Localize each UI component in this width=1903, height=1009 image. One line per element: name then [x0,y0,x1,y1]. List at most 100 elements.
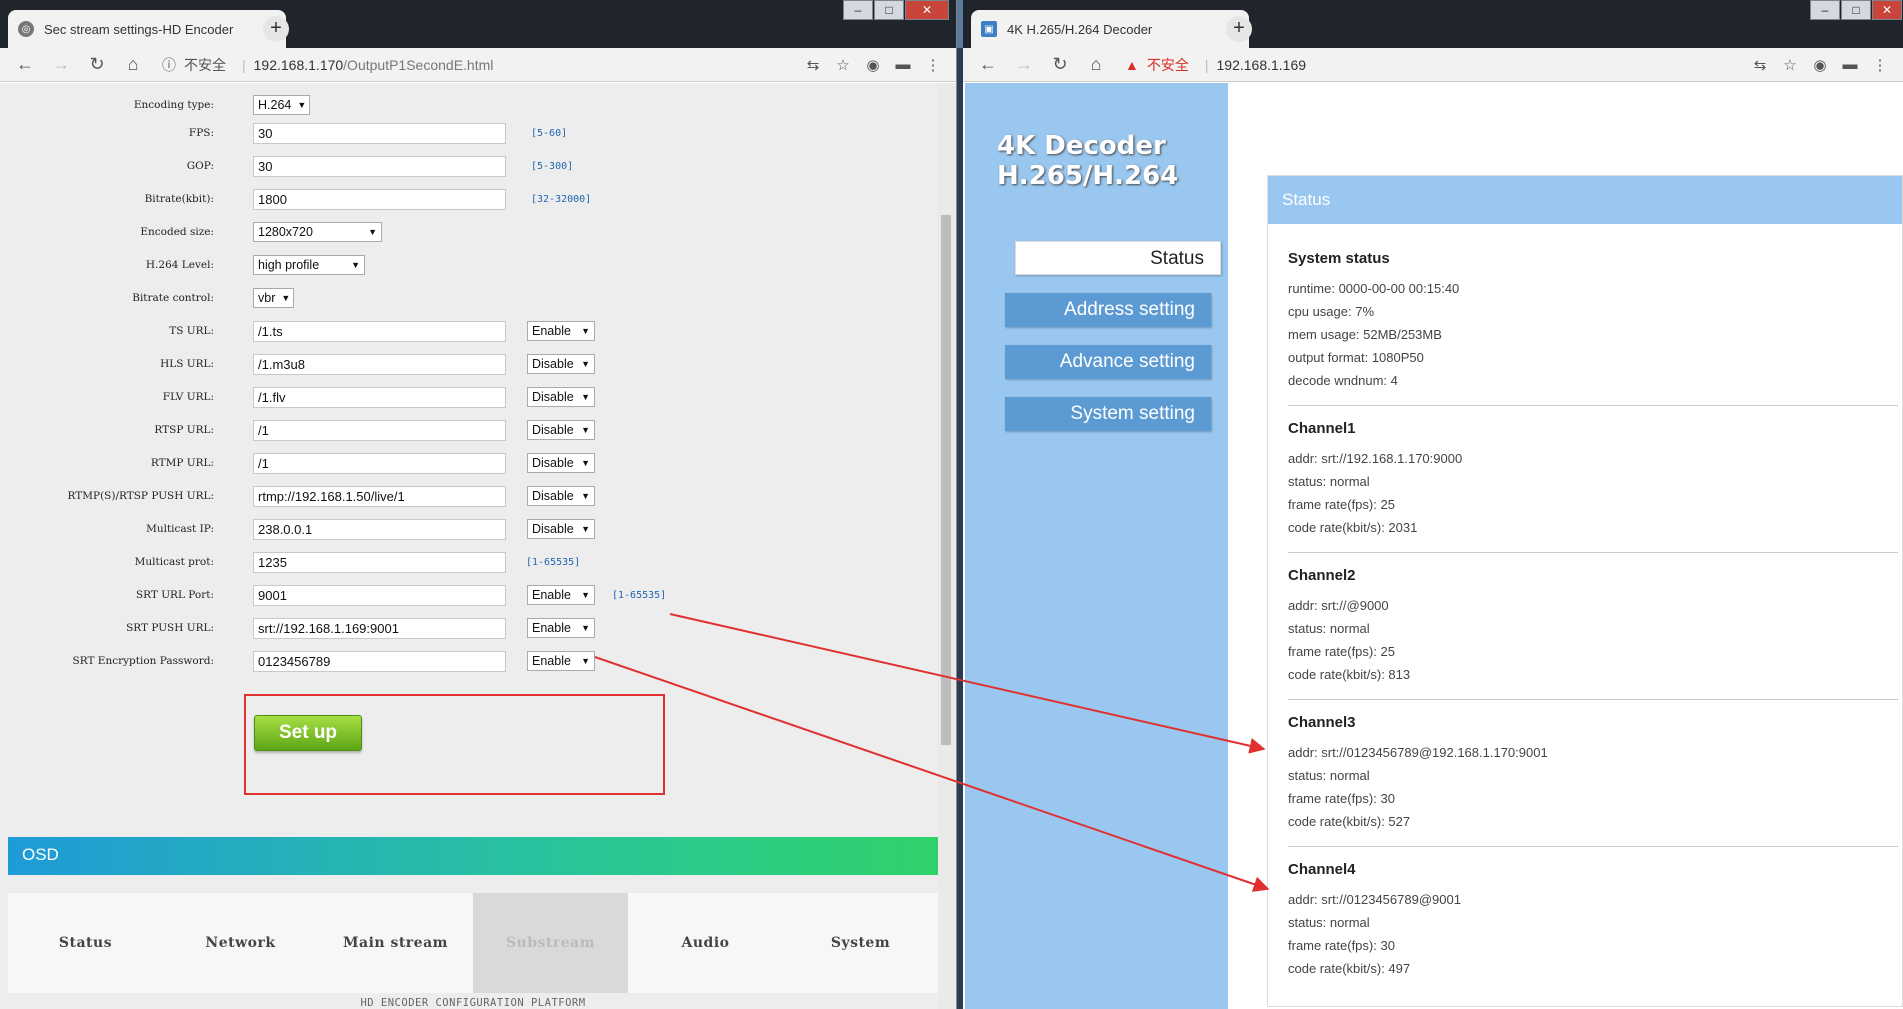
srt-push-url-state: Enable [532,621,571,635]
maximize-button[interactable]: □ [1841,0,1871,20]
h264-level-value: high profile [258,258,320,272]
nav-main-stream[interactable]: Main stream [318,893,473,993]
decoder-sidebar: 4K Decoder H.265/H.264 Status Address se… [965,83,1228,1009]
bitrate-control-row: Bitrate control: vbr ▼ [8,285,908,311]
srt-push-url-state-select[interactable]: Enable ▼ [527,618,595,638]
srt-password-row: SRT Encryption Password: 0123456789 Enab… [8,648,908,674]
multicast-ip-label: Multicast IP: [146,523,214,535]
warning-icon[interactable]: ▲ [1125,57,1139,73]
hls-url-state: Disable [532,357,574,371]
srt-password-input[interactable]: 0123456789 [253,650,506,672]
bitrate-row: Bitrate(kbit): 1800 [32-32000] [8,186,908,212]
translate-icon[interactable]: ⇆ [798,56,828,74]
rtmp-push-url-state-select[interactable]: Disable ▼ [527,486,595,506]
bitrate-control-select[interactable]: vbr ▼ [253,288,294,308]
chevron-down-icon: ▼ [581,359,590,369]
bottom-navigation: Status Network Main stream Substream Aud… [8,893,938,993]
star-icon[interactable]: ☆ [828,56,858,74]
reload-icon[interactable]: ↻ [84,54,110,75]
rtsp-url-state-select[interactable]: Disable ▼ [527,420,595,440]
rtmp-url-input[interactable]: /1 [253,452,506,474]
channel-title: Channel1 [1288,420,1356,437]
encoding-type-select[interactable]: H.264 ▼ [253,95,310,115]
browser-tab[interactable]: ◎ Sec stream settings-HD Encoder ✕ [8,10,286,48]
divider [1288,552,1898,553]
encoding-type-value: H.264 [258,98,292,112]
gop-input[interactable]: 30 [253,155,506,177]
ts-url-input[interactable]: /1.ts [253,320,506,342]
tab-title: Sec stream settings-HD Encoder [44,21,234,37]
profile-icon[interactable]: ▬ [888,56,918,73]
menu-system-setting[interactable]: System setting [1005,397,1211,431]
info-icon[interactable]: ⓘ [162,55,176,75]
nav-network[interactable]: Network [163,893,318,993]
close-window-button[interactable]: ✕ [1872,0,1902,20]
system-status-section: System status runtime: 0000-00-00 00:15:… [1288,250,1888,392]
menu-address-setting[interactable]: Address setting [1005,293,1211,327]
srt-url-port-input[interactable]: 9001 [253,584,506,606]
scrollbar-thumb[interactable] [941,215,951,745]
profile-icon[interactable]: ▬ [1835,56,1865,73]
flv-url-label: FLV URL: [162,391,214,403]
minimize-button[interactable]: – [843,0,873,20]
rtmp-push-url-input[interactable]: rtmp://192.168.1.50/live/1 [253,485,506,507]
menu-icon[interactable]: ⋮ [1865,56,1895,74]
url-field[interactable]: ⓘ 不安全 | 192.168.1.170/OutputP1SecondE.ht… [156,52,798,78]
toolbar-actions: ⇆ ☆ ◉ ▬ ⋮ [1745,56,1895,74]
channel2-section: Channel2 addr: srt://@9000 status: norma… [1288,567,1888,686]
star-icon[interactable]: ☆ [1775,56,1805,74]
new-tab-icon[interactable]: + [263,16,289,42]
setup-button[interactable]: Set up [254,715,362,751]
nav-status[interactable]: Status [8,893,163,993]
srt-url-port-state: Enable [532,588,571,602]
forward-icon[interactable]: → [48,54,74,75]
channel4-section: Channel4 addr: srt://0123456789@9001 sta… [1288,861,1888,980]
extension-icon[interactable]: ◉ [858,56,888,74]
menu-status[interactable]: Status [1015,241,1221,275]
multicast-ip-input[interactable]: 238.0.0.1 [253,518,506,540]
srt-url-port-state-select[interactable]: Enable ▼ [527,585,595,605]
ts-url-state-select[interactable]: Enable ▼ [527,321,595,341]
multicast-ip-state-select[interactable]: Disable ▼ [527,519,595,539]
vertical-scrollbar[interactable] [938,83,955,1009]
security-label: 不安全 [1146,56,1189,73]
channel-frame-rate: frame rate(fps): 25 [1288,644,1395,659]
fps-input[interactable]: 30 [253,122,506,144]
new-tab-icon[interactable]: + [1226,16,1252,42]
home-icon[interactable]: ⌂ [1083,54,1109,75]
rtsp-url-input[interactable]: /1 [253,419,506,441]
reload-icon[interactable]: ↻ [1047,54,1073,75]
nav-audio[interactable]: Audio [628,893,783,993]
minimize-button[interactable]: – [1810,0,1840,20]
home-icon[interactable]: ⌂ [120,54,146,75]
srt-push-url-input[interactable]: srt://192.168.1.169:9001 [253,617,506,639]
rtsp-url-row: RTSP URL: /1 Disable ▼ [8,417,908,443]
hls-url-state-select[interactable]: Disable ▼ [527,354,595,374]
bitrate-input[interactable]: 1800 [253,188,506,210]
maximize-button[interactable]: □ [874,0,904,20]
back-icon[interactable]: ← [12,54,38,75]
flv-url-state-select[interactable]: Disable ▼ [527,387,595,407]
nav-substream[interactable]: Substream [473,893,628,993]
url-divider: | [1204,56,1209,73]
srt-url-port-hint: [1-65535] [612,589,667,601]
chevron-down-icon: ▼ [581,458,590,468]
hls-url-input[interactable]: /1.m3u8 [253,353,506,375]
decode-wndnum-text: decode wndnum: 4 [1288,373,1398,388]
back-icon[interactable]: ← [975,54,1001,75]
close-window-button[interactable]: ✕ [905,0,949,20]
multicast-port-input[interactable]: 1235 [253,551,506,573]
encoded-size-select[interactable]: 1280x720 ▼ [253,222,382,242]
menu-icon[interactable]: ⋮ [918,56,948,74]
flv-url-input[interactable]: /1.flv [253,386,506,408]
extension-icon[interactable]: ◉ [1805,56,1835,74]
url-field[interactable]: ▲ 不安全 | 192.168.1.169 [1119,52,1745,78]
h264-level-select[interactable]: high profile ▼ [253,255,365,275]
menu-advance-setting[interactable]: Advance setting [1005,345,1211,379]
rtmp-url-state-select[interactable]: Disable ▼ [527,453,595,473]
srt-password-state-select[interactable]: Enable ▼ [527,651,595,671]
translate-icon[interactable]: ⇆ [1745,56,1775,74]
browser-tab[interactable]: ▣ 4K H.265/H.264 Decoder ✕ [971,10,1249,48]
nav-system[interactable]: System [783,893,938,993]
forward-icon[interactable]: → [1011,54,1037,75]
